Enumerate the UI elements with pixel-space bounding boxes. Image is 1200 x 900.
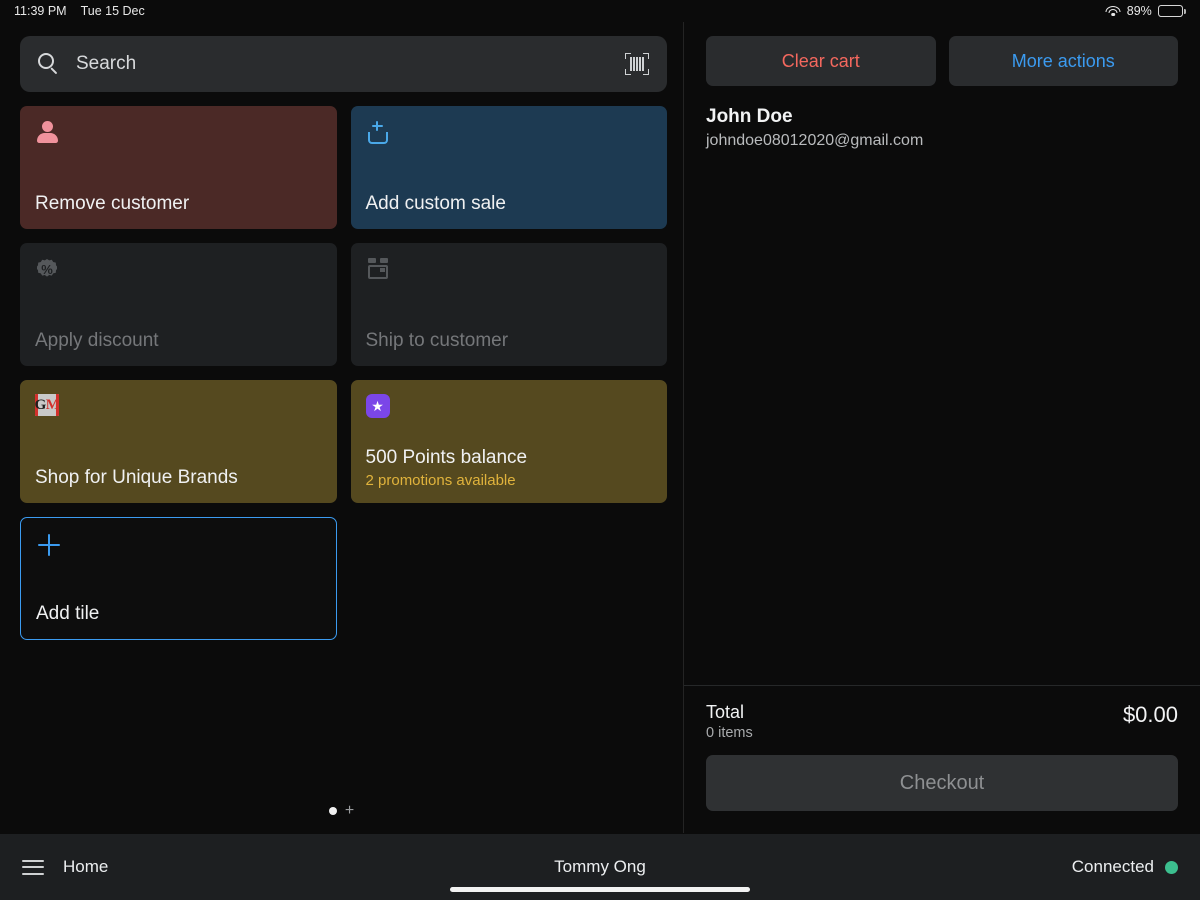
- tile-ship-to-customer[interactable]: Ship to customer: [350, 243, 667, 366]
- page-dot-1[interactable]: [328, 807, 337, 815]
- add-to-tray-icon: [366, 120, 392, 146]
- pos-app-screen: 11:39 PM Tue 15 Dec 89% Search Remove cu…: [0, 0, 1200, 900]
- home-indicator[interactable]: [450, 887, 750, 892]
- bottom-bar: Home Tommy Ong Connected: [0, 833, 1200, 900]
- tile-label: Shop for Unique Brands: [35, 467, 238, 489]
- connection-label: Connected: [1071, 857, 1154, 876]
- gm-logo-m: M: [45, 396, 59, 413]
- current-user-name: Tommy Ong: [554, 857, 646, 876]
- customer-email: johndoe08012020@gmail.com: [706, 132, 924, 149]
- tile-label: 500 Points balance: [365, 447, 528, 469]
- item-count-label: 0 items: [706, 725, 753, 741]
- person-icon: [35, 120, 61, 146]
- tile-points-balance[interactable]: ★ 500 Points balance 2 promotions availa…: [350, 380, 667, 503]
- connection-status[interactable]: Connected: [1072, 857, 1178, 877]
- tile-apply-discount[interactable]: % Apply discount: [20, 243, 337, 366]
- cart-line-items: [684, 150, 1200, 685]
- more-actions-button[interactable]: More actions: [948, 36, 1178, 86]
- tile-shop-unique-brands[interactable]: GM Shop for Unique Brands: [20, 380, 337, 503]
- total-amount: $0.00: [1122, 702, 1178, 727]
- checkout-button[interactable]: Checkout: [706, 755, 1178, 811]
- status-bar: 11:39 PM Tue 15 Dec 89%: [0, 0, 1200, 22]
- checkout-wrapper: Checkout: [684, 741, 1200, 811]
- discount-badge-icon: %: [35, 257, 61, 283]
- gm-logo-g: G: [35, 396, 46, 413]
- tile-label: Ship to customer: [365, 330, 509, 352]
- tile-text-block: 500 Points balance 2 promotions availabl…: [366, 447, 653, 489]
- status-time: 11:39 PM: [14, 4, 67, 18]
- battery-percent-label: 89%: [1126, 4, 1152, 18]
- add-page-icon[interactable]: +: [345, 803, 354, 819]
- customer-name: John Doe: [706, 106, 793, 127]
- search-icon: [38, 53, 60, 75]
- page-indicator: +: [0, 803, 683, 819]
- status-bar-left: 11:39 PM Tue 15 Dec: [14, 4, 145, 18]
- status-bar-right: 89%: [1105, 4, 1186, 18]
- customer-info[interactable]: John Doe johndoe08012020@gmail.com: [684, 86, 1200, 150]
- hamburger-menu-icon[interactable]: [22, 859, 44, 875]
- connected-status-dot: [1165, 860, 1178, 874]
- star-badge-icon: ★: [365, 394, 390, 418]
- tiles-pane: Search Remove customer Add custom sale %…: [0, 22, 684, 833]
- tile-label: Add tile: [36, 603, 100, 625]
- cart-pane: Clear cart More actions John Doe johndoe…: [684, 22, 1200, 833]
- status-date: Tue 15 Dec: [80, 4, 145, 18]
- wifi-icon: [1105, 5, 1121, 17]
- totals-row: Total 0 items $0.00: [684, 686, 1200, 741]
- barcode-scan-icon[interactable]: [625, 53, 649, 75]
- gm-logo-icon: GM: [35, 394, 59, 416]
- clear-cart-button[interactable]: Clear cart: [706, 36, 936, 86]
- total-label: Total: [706, 702, 745, 722]
- tile-sublabel: 2 promotions available: [365, 472, 516, 489]
- shipping-box-icon: [366, 257, 392, 283]
- home-label[interactable]: Home: [63, 857, 108, 877]
- tile-label: Apply discount: [35, 330, 159, 352]
- search-input[interactable]: Search: [76, 53, 609, 75]
- tile-add-tile[interactable]: Add tile: [20, 517, 337, 640]
- tile-label: Remove customer: [35, 193, 190, 215]
- battery-icon: [1157, 5, 1186, 17]
- tile-add-custom-sale[interactable]: Add custom sale: [350, 106, 667, 229]
- tile-remove-customer[interactable]: Remove customer: [20, 106, 337, 229]
- cart-action-bar: Clear cart More actions: [684, 22, 1200, 86]
- plus-icon: [36, 532, 62, 558]
- tile-grid: Remove customer Add custom sale % Apply …: [20, 106, 667, 640]
- bottom-bar-left[interactable]: Home: [22, 857, 108, 877]
- search-bar[interactable]: Search: [20, 36, 667, 92]
- cart-bottom-spacer: [684, 811, 1200, 833]
- main-content: Search Remove customer Add custom sale %…: [0, 22, 1200, 833]
- tile-label: Add custom sale: [365, 193, 506, 215]
- totals-labels: Total 0 items: [706, 702, 753, 741]
